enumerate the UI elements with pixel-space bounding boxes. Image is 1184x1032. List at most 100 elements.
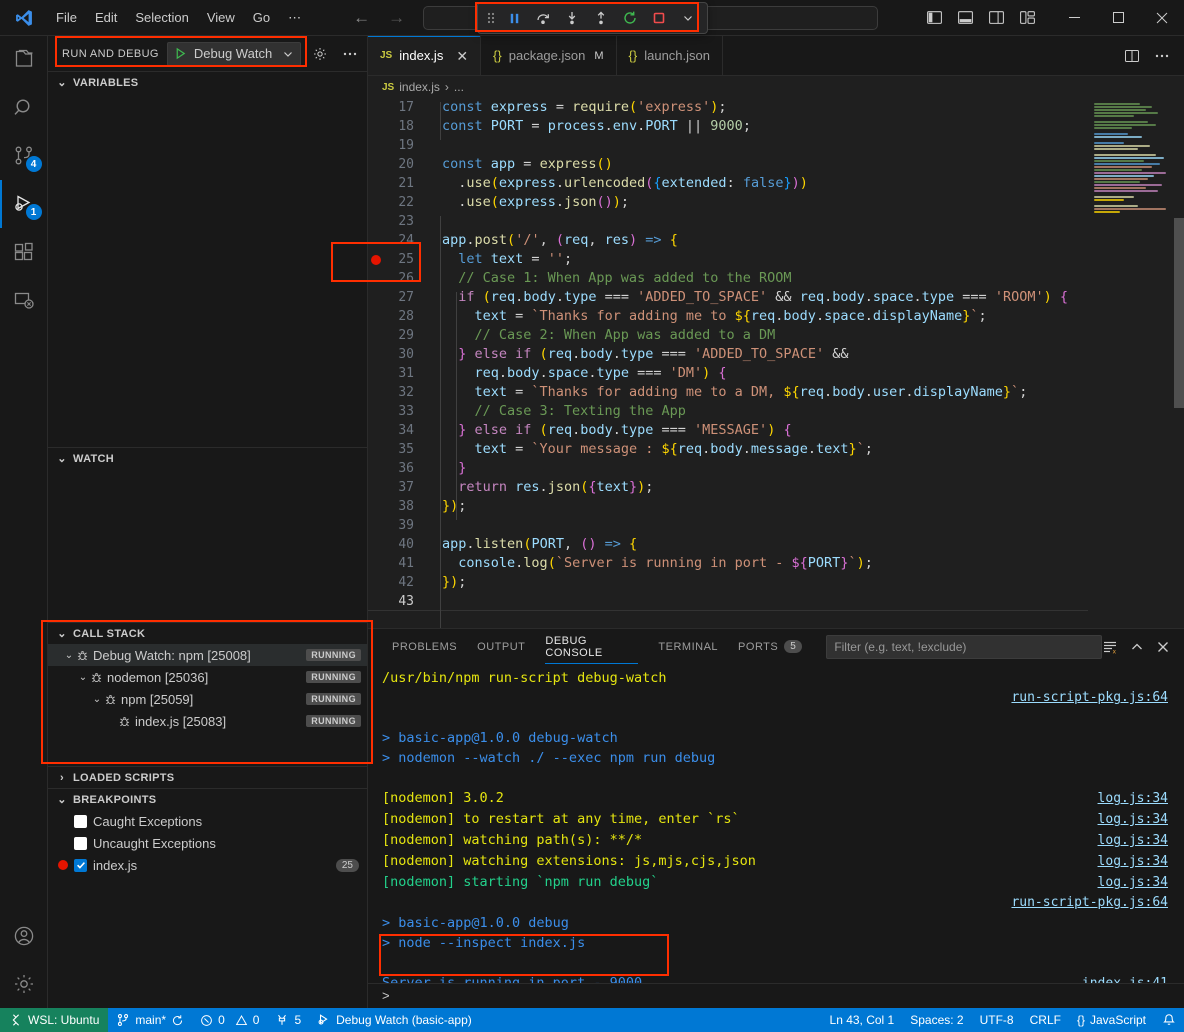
- chevron-down-icon[interactable]: ⌄: [62, 650, 76, 661]
- status-branch[interactable]: main*: [108, 1008, 192, 1032]
- console-source-link[interactable]: log.js:34: [1080, 831, 1168, 851]
- status-indentation[interactable]: Spaces: 2: [902, 1008, 971, 1032]
- code-line[interactable]: 20const app = express(): [368, 155, 1088, 174]
- sidebar-more-actions-icon[interactable]: [339, 43, 361, 65]
- tab-index-js[interactable]: JS index.js ✕: [368, 36, 481, 75]
- activity-remote-explorer[interactable]: [0, 276, 48, 324]
- status-problems[interactable]: 0 0: [192, 1008, 267, 1032]
- menu-edit[interactable]: Edit: [87, 7, 125, 28]
- activity-extensions[interactable]: [0, 228, 48, 276]
- close-button[interactable]: [1140, 0, 1184, 36]
- breakpoint-gutter[interactable]: [368, 155, 384, 174]
- toggle-primary-sidebar-icon[interactable]: [926, 9, 943, 26]
- chevron-down-icon[interactable]: [282, 48, 294, 60]
- tab-launch-json[interactable]: {} launch.json: [617, 36, 723, 75]
- restart-button[interactable]: [617, 5, 643, 31]
- breakpoint-gutter[interactable]: [368, 402, 384, 421]
- breakpoint-gutter[interactable]: [368, 592, 384, 610]
- breakpoint-gutter[interactable]: [368, 269, 384, 288]
- panel-tab-problems[interactable]: PROBLEMS: [382, 629, 467, 664]
- code-line[interactable]: 34 } else if (req.body.type === 'MESSAGE…: [368, 421, 1088, 440]
- activity-run-and-debug[interactable]: 1: [0, 180, 48, 228]
- code-line[interactable]: 25 let text = '';: [368, 250, 1088, 269]
- code-line[interactable]: 38});: [368, 497, 1088, 516]
- breadcrumb[interactable]: JS index.js › ...: [368, 76, 1184, 98]
- code-editor[interactable]: 17const express = require('express');18c…: [368, 98, 1184, 628]
- watch-pane-header[interactable]: ⌄ WATCH: [48, 447, 367, 469]
- menu-go[interactable]: Go: [245, 7, 278, 28]
- breadcrumb-symbol[interactable]: ...: [454, 80, 464, 94]
- code-line[interactable]: 22 .use(express.json());: [368, 193, 1088, 212]
- clear-console-icon[interactable]: x: [1102, 639, 1118, 655]
- activity-search[interactable]: [0, 84, 48, 132]
- activity-manage-settings[interactable]: [0, 960, 48, 1008]
- debug-configuration-dropdown[interactable]: Debug Watch: [167, 42, 301, 66]
- status-notifications[interactable]: [1154, 1008, 1184, 1032]
- breakpoint-gutter[interactable]: [368, 136, 384, 155]
- code-line[interactable]: 35 text = `Your message : ${req.body.mes…: [368, 440, 1088, 459]
- menu-view[interactable]: View: [199, 7, 243, 28]
- console-source-link[interactable]: log.js:34: [1080, 810, 1168, 830]
- breakpoint-gutter[interactable]: [368, 554, 384, 573]
- breakpoint-row[interactable]: Uncaught Exceptions: [48, 832, 367, 854]
- debug-settings-gear-icon[interactable]: [309, 43, 331, 65]
- menu-selection[interactable]: Selection: [127, 7, 196, 28]
- panel-tab-output[interactable]: OUTPUT: [467, 629, 535, 664]
- debug-console-input[interactable]: >: [368, 983, 1184, 1008]
- call-stack-pane-header[interactable]: ⌄ CALL STACK: [48, 622, 367, 644]
- console-source-link[interactable]: index.js:41: [1064, 974, 1168, 983]
- breakpoint-gutter[interactable]: [368, 345, 384, 364]
- code-line[interactable]: 36 }: [368, 459, 1088, 478]
- breakpoint-gutter[interactable]: [368, 288, 384, 307]
- code-line[interactable]: 32 text = `Thanks for adding me to a DM,…: [368, 383, 1088, 402]
- code-line[interactable]: 21 .use(express.urlencoded({extended: fa…: [368, 174, 1088, 193]
- chevron-down-icon[interactable]: ⌄: [76, 672, 90, 683]
- code-line[interactable]: 43: [368, 592, 1088, 611]
- breakpoint-row[interactable]: Caught Exceptions: [48, 810, 367, 832]
- breakpoint-gutter[interactable]: [368, 231, 384, 250]
- maximize-button[interactable]: [1096, 0, 1140, 36]
- minimize-button[interactable]: [1052, 0, 1096, 36]
- editor-more-actions-icon[interactable]: [1154, 48, 1170, 64]
- call-stack-row[interactable]: ⌄ nodemon [25036] RUNNING: [48, 666, 367, 688]
- breakpoint-gutter[interactable]: [368, 383, 384, 402]
- panel-tab-terminal[interactable]: TERMINAL: [648, 629, 728, 664]
- code-lines-container[interactable]: 17const express = require('express');18c…: [368, 98, 1088, 628]
- breakpoint-checkbox[interactable]: [74, 837, 87, 850]
- console-source-link[interactable]: run-script-pkg.js:64: [993, 893, 1168, 913]
- breakpoint-gutter[interactable]: [368, 193, 384, 212]
- activity-explorer[interactable]: [0, 36, 48, 84]
- status-remote-indicator[interactable]: WSL: Ubuntu: [0, 1008, 108, 1032]
- code-line[interactable]: 28 text = `Thanks for adding me to ${req…: [368, 307, 1088, 326]
- breakpoint-gutter[interactable]: [368, 307, 384, 326]
- split-editor-icon[interactable]: [1124, 48, 1140, 64]
- breakpoint-gutter[interactable]: [368, 326, 384, 345]
- minimap[interactable]: [1088, 98, 1184, 628]
- customize-layout-icon[interactable]: [1019, 9, 1036, 26]
- console-source-link[interactable]: log.js:34: [1080, 873, 1168, 893]
- activity-source-control[interactable]: 4: [0, 132, 48, 180]
- pause-button[interactable]: [501, 5, 527, 31]
- breakpoint-gutter[interactable]: [368, 117, 384, 136]
- panel-tab-ports[interactable]: PORTS 5: [728, 629, 812, 664]
- status-encoding[interactable]: UTF-8: [972, 1008, 1022, 1032]
- code-line[interactable]: 33 // Case 3: Texting the App: [368, 402, 1088, 421]
- code-line[interactable]: 26 // Case 1: When App was added to the …: [368, 269, 1088, 288]
- drag-handle-icon[interactable]: [484, 11, 498, 25]
- code-line[interactable]: 18const PORT = process.env.PORT || 9000;: [368, 117, 1088, 136]
- activity-accounts[interactable]: [0, 912, 48, 960]
- status-cursor-position[interactable]: Ln 43, Col 1: [822, 1008, 903, 1032]
- sync-icon[interactable]: [171, 1014, 184, 1027]
- console-filter-input[interactable]: Filter (e.g. text, !exclude): [826, 635, 1102, 659]
- breakpoints-pane-header[interactable]: ⌄ BREAKPOINTS: [48, 788, 367, 810]
- debug-console-output[interactable]: /usr/bin/npm run-script debug-watchrun-s…: [368, 664, 1184, 983]
- step-out-button[interactable]: [588, 5, 614, 31]
- breakpoint-gutter[interactable]: [368, 421, 384, 440]
- code-line[interactable]: 42});: [368, 573, 1088, 592]
- breakpoint-dot-icon[interactable]: [371, 255, 381, 265]
- breakpoint-gutter[interactable]: [368, 364, 384, 383]
- breakpoint-gutter[interactable]: [368, 516, 384, 535]
- step-into-button[interactable]: [559, 5, 585, 31]
- code-text[interactable]: 17const express = require('express');18c…: [368, 98, 1088, 611]
- more-actions-chevron-icon[interactable]: [675, 5, 701, 31]
